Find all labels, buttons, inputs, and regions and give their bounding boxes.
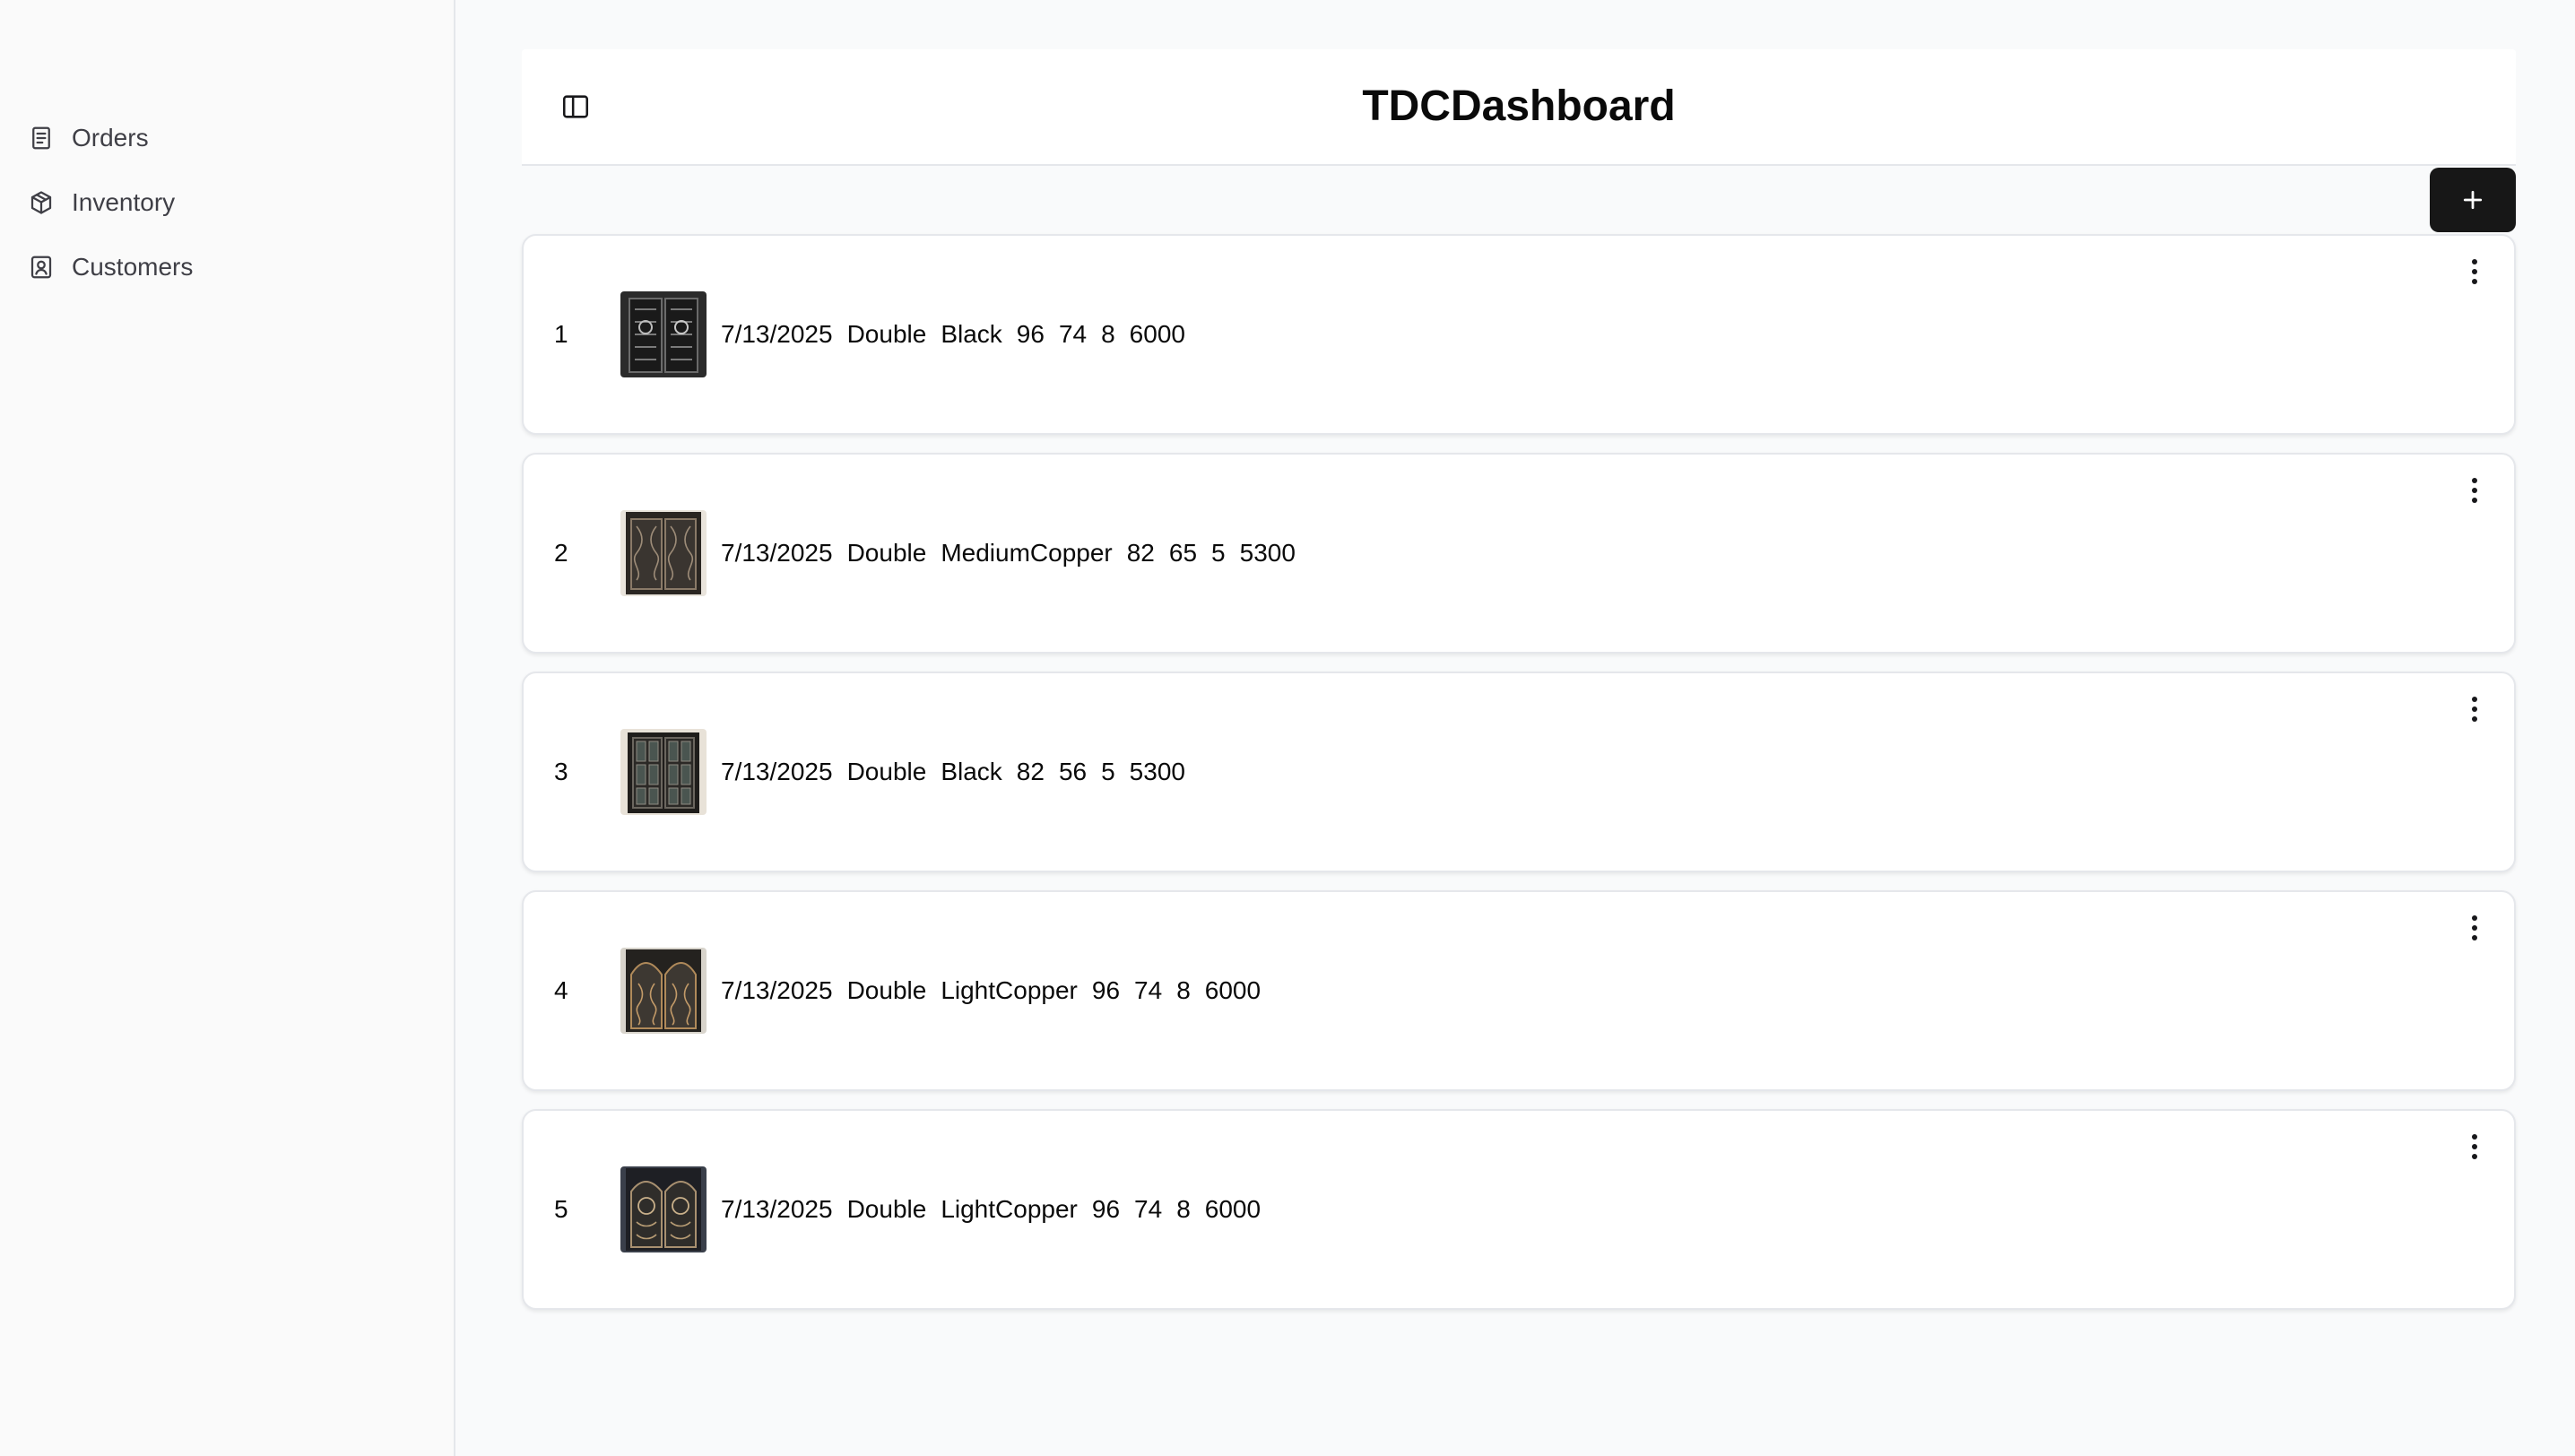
order-fields: 7/13/2025 Double Black 96 74 8 6000 — [721, 320, 1200, 349]
door-thumbnail — [620, 291, 707, 377]
order-fields: 7/13/2025 Double Black 82 56 5 5300 — [721, 758, 1200, 786]
sidebar-nav: Orders Inventory Customers — [27, 106, 436, 299]
order-date: 7/13/2025 — [721, 539, 833, 567]
sidebar-item-label: Orders — [72, 124, 149, 152]
sidebar-item-label: Inventory — [72, 188, 176, 216]
order-color: MediumCopper — [941, 539, 1113, 567]
sidebar-item-inventory[interactable]: Inventory — [27, 170, 436, 235]
more-vertical-icon — [2472, 915, 2477, 940]
order-type: Double — [846, 539, 927, 567]
order-date: 7/13/2025 — [721, 758, 833, 785]
row-menu-button[interactable] — [2460, 472, 2489, 508]
row-index: 1 — [554, 320, 568, 348]
door-thumbnail — [620, 510, 707, 596]
more-vertical-icon — [2472, 259, 2477, 284]
order-price: 5300 — [1129, 758, 1185, 785]
order-height: 96 — [1091, 1195, 1121, 1223]
door-thumbnail — [620, 1166, 707, 1252]
plus-icon — [2463, 190, 2483, 210]
order-qty: 5 — [1211, 539, 1226, 567]
row-menu-button[interactable] — [2460, 691, 2489, 727]
sidebar-item-label: Customers — [72, 253, 194, 281]
more-vertical-icon — [2472, 697, 2477, 722]
order-qty: 8 — [1176, 1195, 1191, 1223]
order-fields: 7/13/2025 Double LightCopper 96 74 8 600… — [721, 976, 1275, 1005]
order-width: 65 — [1168, 539, 1198, 567]
row-index: 5 — [554, 1195, 568, 1223]
order-color: LightCopper — [941, 976, 1078, 1004]
document-icon — [27, 124, 56, 152]
order-qty: 8 — [1176, 976, 1191, 1004]
order-qty: 8 — [1101, 320, 1115, 348]
row-menu-button[interactable] — [2460, 910, 2489, 946]
order-date: 7/13/2025 — [721, 1195, 833, 1223]
list-item[interactable]: 2 7/13/2025 Double MediumCopper 82 65 5 … — [522, 453, 2516, 654]
order-height: 96 — [1091, 976, 1121, 1004]
more-vertical-icon — [2472, 478, 2477, 503]
order-price: 6000 — [1129, 320, 1185, 348]
row-menu-button[interactable] — [2460, 254, 2489, 290]
order-height: 82 — [1016, 758, 1045, 785]
order-width: 74 — [1134, 1195, 1163, 1223]
order-fields: 7/13/2025 Double MediumCopper 82 65 5 53… — [721, 539, 1310, 568]
sidebar-item-orders[interactable]: Orders — [27, 106, 436, 170]
order-price: 6000 — [1204, 1195, 1261, 1223]
sidebar: Orders Inventory Customers — [0, 0, 455, 1456]
order-qty: 5 — [1101, 758, 1115, 785]
door-thumbnail — [620, 729, 707, 815]
order-type: Double — [846, 320, 927, 348]
list-item[interactable]: 5 7/13/2025 Double LightCopper 96 74 8 6… — [522, 1109, 2516, 1310]
order-color: Black — [941, 758, 1002, 785]
page-header: TDCDashboard — [522, 49, 2516, 166]
order-width: 56 — [1058, 758, 1088, 785]
orders-list: 1 7/13/2025 Double Black 96 74 8 6000 2 … — [522, 234, 2516, 1310]
order-height: 82 — [1126, 539, 1155, 567]
order-type: Double — [846, 1195, 927, 1223]
add-order-button[interactable] — [2430, 168, 2516, 232]
page-title: TDCDashboard — [1362, 82, 1676, 130]
list-item[interactable]: 1 7/13/2025 Double Black 96 74 8 6000 — [522, 234, 2516, 435]
order-height: 96 — [1016, 320, 1045, 348]
contact-card-icon — [27, 253, 56, 282]
order-price: 5300 — [1239, 539, 1296, 567]
more-vertical-icon — [2472, 1134, 2477, 1159]
order-fields: 7/13/2025 Double LightCopper 96 74 8 600… — [721, 1195, 1275, 1224]
row-index: 4 — [554, 976, 568, 1004]
row-index: 3 — [554, 758, 568, 785]
toolbar — [522, 166, 2516, 234]
order-type: Double — [846, 976, 927, 1004]
order-width: 74 — [1058, 320, 1088, 348]
order-width: 74 — [1134, 976, 1163, 1004]
row-menu-button[interactable] — [2460, 1129, 2489, 1165]
list-item[interactable]: 3 7/13/2025 Double Black 82 56 5 5300 — [522, 672, 2516, 872]
list-item[interactable]: 4 7/13/2025 Double LightCopper 96 74 8 6… — [522, 890, 2516, 1091]
order-date: 7/13/2025 — [721, 320, 833, 348]
door-thumbnail — [620, 948, 707, 1034]
order-type: Double — [846, 758, 927, 785]
main-content: TDCDashboard 1 7/13/2025 Double Black 96… — [522, 49, 2516, 1328]
sidebar-item-customers[interactable]: Customers — [27, 235, 436, 299]
order-price: 6000 — [1204, 976, 1261, 1004]
row-index: 2 — [554, 539, 568, 567]
order-color: Black — [941, 320, 1002, 348]
order-color: LightCopper — [941, 1195, 1078, 1223]
order-date: 7/13/2025 — [721, 976, 833, 1004]
box-icon — [27, 188, 56, 217]
